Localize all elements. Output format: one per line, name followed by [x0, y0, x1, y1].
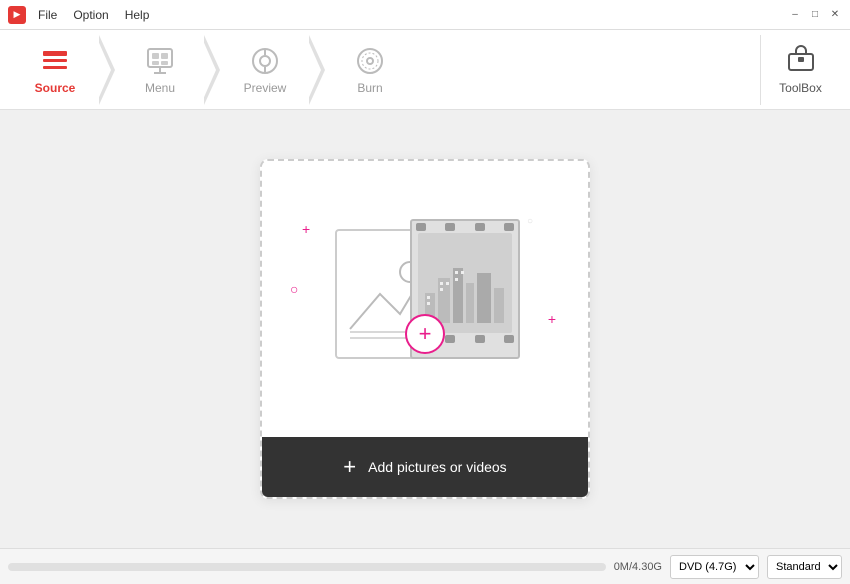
step-preview[interactable]: Preview — [220, 35, 310, 105]
deco-circle-1: ○ — [527, 216, 533, 227]
main-content: + ○ ○ + — [0, 110, 850, 548]
film-hole — [475, 335, 485, 343]
source-icon — [39, 45, 71, 77]
status-bar: 0M/4.30G DVD (4.7G) DVD (8.5G) Blu-ray 2… — [0, 548, 850, 584]
restore-button[interactable]: □ — [808, 8, 822, 22]
app-window: File Option Help – □ ✕ — [0, 0, 850, 584]
menu-icon — [144, 45, 176, 77]
title-bar: File Option Help – □ ✕ — [0, 0, 850, 30]
menu-bar: File Option Help — [38, 8, 149, 22]
preview-icon — [249, 45, 281, 77]
close-button[interactable]: ✕ — [828, 8, 842, 22]
deco-plus-1: + — [302, 221, 310, 237]
step-burn[interactable]: Burn — [325, 35, 415, 105]
progress-bar-container — [8, 563, 606, 571]
add-bar-text: Add pictures or videos — [368, 459, 507, 475]
step-preview-content: Preview — [220, 35, 310, 105]
menu-option[interactable]: Option — [73, 8, 108, 22]
window-controls: – □ ✕ — [788, 8, 842, 22]
step-burn-content: Burn — [325, 35, 415, 105]
menu-file[interactable]: File — [38, 8, 57, 22]
toolbar-steps: Source — [10, 35, 760, 105]
film-hole — [504, 223, 514, 231]
step-menu[interactable]: Menu — [115, 35, 205, 105]
title-bar-left: File Option Help — [8, 6, 149, 24]
toolbox-button[interactable]: ToolBox — [760, 35, 840, 105]
deco-plus-3: + — [548, 311, 556, 327]
step-arrow-3 — [309, 35, 325, 105]
drop-zone-content: + ○ ○ + — [262, 161, 588, 437]
media-illustration: + — [325, 209, 525, 389]
burn-icon — [354, 45, 386, 77]
quality-select[interactable]: Standard High Low — [767, 555, 842, 579]
deco-plus-2: ○ — [290, 281, 298, 297]
step-preview-label: Preview — [244, 81, 287, 95]
menu-help[interactable]: Help — [125, 8, 150, 22]
toolbox-label: ToolBox — [779, 81, 822, 95]
toolbox-icon — [786, 44, 816, 77]
disc-type-select[interactable]: DVD (4.7G) DVD (8.5G) Blu-ray 25G — [670, 555, 759, 579]
minimize-button[interactable]: – — [788, 8, 802, 22]
step-menu-content: Menu — [115, 35, 205, 105]
add-media-circle[interactable]: + — [405, 314, 445, 354]
app-icon — [8, 6, 26, 24]
step-source[interactable]: Source — [10, 35, 100, 105]
step-source-label: Source — [35, 81, 76, 95]
toolbar: Source — [0, 30, 850, 110]
film-hole — [416, 223, 426, 231]
step-source-content: Source — [10, 35, 100, 105]
progress-text: 0M/4.30G — [614, 561, 662, 573]
step-burn-label: Burn — [357, 81, 382, 95]
add-bar-plus-icon: + — [343, 454, 356, 480]
film-hole — [475, 223, 485, 231]
step-menu-label: Menu — [145, 81, 175, 95]
add-bar[interactable]: + Add pictures or videos — [262, 437, 588, 497]
step-arrow-1 — [99, 35, 115, 105]
film-hole — [445, 335, 455, 343]
drop-zone[interactable]: + ○ ○ + — [260, 159, 590, 499]
film-hole — [504, 335, 514, 343]
film-hole — [445, 223, 455, 231]
step-arrow-2 — [204, 35, 220, 105]
